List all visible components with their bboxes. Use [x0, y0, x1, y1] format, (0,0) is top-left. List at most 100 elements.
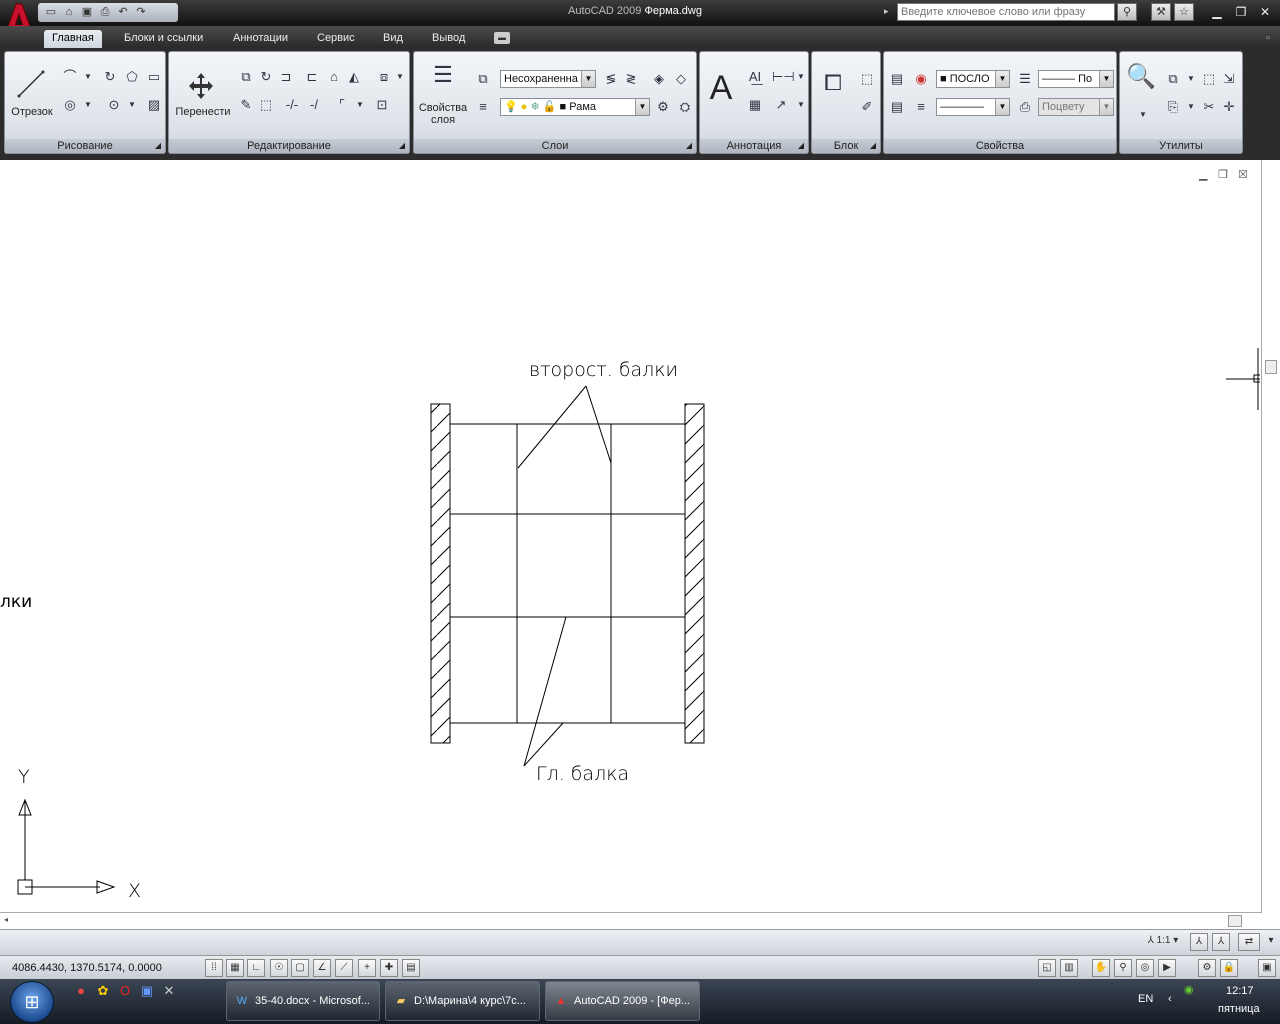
fillet-dropdown-icon[interactable]: ▼: [351, 96, 369, 114]
horizontal-scrollbar[interactable]: ◂: [0, 912, 1262, 929]
offset-icon[interactable]: ⊏: [303, 68, 321, 86]
lineweight-select[interactable]: ———— ▼: [936, 98, 1010, 116]
array-dropdown-icon[interactable]: ▼: [391, 68, 409, 86]
layer-off-icon[interactable]: ⚙: [654, 98, 672, 116]
tab-tools[interactable]: Сервис: [309, 30, 363, 48]
quick-select-icon[interactable]: ⬚: [1200, 70, 1218, 88]
expand-icon[interactable]: ◢: [798, 139, 804, 153]
expand-icon[interactable]: ◢: [686, 139, 692, 153]
tab-view[interactable]: Вид: [375, 30, 411, 48]
text-tool-icon[interactable]: A: [706, 70, 736, 106]
tray-network-icon[interactable]: ◉: [1184, 983, 1194, 996]
task-explorer[interactable]: ▰ D:\Марина\4 курс\7с...: [385, 981, 540, 1021]
list-icon[interactable]: ▤: [888, 98, 906, 116]
tab-output[interactable]: Вывод: [424, 30, 473, 48]
close-button[interactable]: ✕: [1254, 4, 1276, 20]
linetype-select[interactable]: ——— По ▼: [1038, 70, 1114, 88]
copy-clip-icon[interactable]: ⧉: [1164, 70, 1182, 88]
scale-icon[interactable]: ⬚: [257, 96, 275, 114]
layer-select[interactable]: 💡 ● ❄ 🔓 ■ Рама ▼: [500, 98, 650, 116]
quicklaunch-x-icon[interactable]: ✕: [160, 982, 178, 1000]
rotate-icon[interactable]: ↻: [257, 68, 275, 86]
cut-icon[interactable]: ✂: [1200, 98, 1218, 116]
auto-scale-icon[interactable]: ⅄: [1212, 933, 1230, 951]
layer-freeze-icon[interactable]: ⛭: [676, 98, 694, 116]
quicklaunch-app1-icon[interactable]: ●: [72, 982, 90, 1000]
panel-layers-title[interactable]: Слои ◢: [414, 139, 696, 153]
tray-expand-icon[interactable]: ‹: [1168, 993, 1172, 1005]
ribbon-options-icon[interactable]: ▫: [1258, 30, 1278, 48]
leader-icon[interactable]: ↗: [772, 96, 790, 114]
polyline-icon[interactable]: ⌒: [61, 68, 79, 86]
object-snap-icon[interactable]: ▢: [291, 959, 309, 977]
layer-states-icon[interactable]: ⧉: [474, 70, 492, 88]
workspace-switch-icon[interactable]: ⇄: [1238, 933, 1260, 951]
create-block-icon[interactable]: ⬚: [858, 70, 876, 88]
task-word[interactable]: W 35-40.docx - Microsof...: [226, 981, 380, 1021]
task-autocad[interactable]: ▲ AutoCAD 2009 - [Фер...: [545, 981, 700, 1021]
communication-center-button[interactable]: ⚒: [1151, 3, 1171, 21]
panel-annotation-title[interactable]: Аннотация ◢: [700, 139, 808, 153]
tab-blocks-references[interactable]: Блоки и ссылки: [116, 30, 211, 48]
fillet-icon[interactable]: ⌜: [333, 96, 351, 114]
annotation-scale[interactable]: ⅄ 1:1 ▾: [1140, 933, 1186, 951]
dynamic-ucs-icon[interactable]: ⟋: [335, 959, 353, 977]
dimension-icon[interactable]: ⊢⊣: [772, 68, 795, 86]
circle-icon[interactable]: ◎: [61, 96, 79, 114]
quick-properties-icon[interactable]: ▤: [402, 959, 420, 977]
hatch-icon[interactable]: ▨: [145, 96, 163, 114]
layer-unisolate-icon[interactable]: ◇: [672, 70, 690, 88]
layer-previous-icon[interactable]: ≷: [622, 70, 640, 88]
polyline-dropdown-icon[interactable]: ▼: [79, 68, 97, 86]
line-icon[interactable]: [15, 68, 47, 100]
expand-icon[interactable]: ◢: [399, 139, 405, 153]
rectangle-icon[interactable]: ↻: [101, 68, 119, 86]
toolbar-lock-icon[interactable]: 🔒: [1220, 959, 1238, 977]
steering-wheel-icon[interactable]: ◎: [1136, 959, 1154, 977]
mtext-icon[interactable]: A͟I: [746, 68, 764, 86]
table-icon[interactable]: ▦: [746, 96, 764, 114]
layer-state-select[interactable]: Несохраненна ▼: [500, 70, 596, 88]
layer-match-icon[interactable]: ≶: [602, 70, 620, 88]
color-select[interactable]: ■ ПОСЛО ▼: [936, 70, 1010, 88]
pan-icon[interactable]: ✋: [1092, 959, 1110, 977]
zoom-status-icon[interactable]: ⚲: [1114, 959, 1132, 977]
copy-clip-dropdown-icon[interactable]: ▼: [1182, 70, 1200, 88]
layer-stack-icon[interactable]: ≡: [474, 98, 492, 116]
search-button[interactable]: ⚲: [1117, 3, 1137, 21]
paste-dropdown-icon[interactable]: ▼: [1182, 98, 1200, 116]
panel-block-title[interactable]: Блок ◢: [812, 139, 880, 153]
scroll-left-icon[interactable]: ◂: [4, 915, 8, 924]
extend-icon[interactable]: -/: [305, 96, 323, 114]
insert-block-icon[interactable]: ⧠: [818, 72, 848, 104]
zoom-icon[interactable]: 🔍: [1126, 65, 1156, 98]
copy-icon[interactable]: ⧉: [237, 68, 255, 86]
mirror-icon[interactable]: ◭: [345, 68, 363, 86]
stretch-icon[interactable]: ⌂: [325, 68, 343, 86]
ellipse-dropdown-icon[interactable]: ▼: [123, 96, 141, 114]
expand-icon[interactable]: ◢: [870, 139, 876, 153]
start-button[interactable]: ⊞: [10, 981, 54, 1023]
polar-tracking-icon[interactable]: ☉: [270, 959, 288, 977]
panel-draw-title[interactable]: Рисование ◢: [5, 139, 165, 153]
circle-dropdown-icon[interactable]: ▼: [79, 96, 97, 114]
linetype-icon[interactable]: ≡: [912, 98, 930, 116]
minimize-button[interactable]: ▁: [1206, 4, 1228, 20]
lineweight-toggle-icon[interactable]: ✚: [380, 959, 398, 977]
quicklaunch-media-icon[interactable]: ▣: [138, 982, 156, 1000]
expand-icon[interactable]: ◢: [155, 139, 161, 153]
erase-icon[interactable]: ✎: [237, 96, 255, 114]
paste-icon[interactable]: ⎘: [1164, 98, 1182, 116]
rectangle-shape-icon[interactable]: ▭: [145, 68, 163, 86]
zoom-dropdown-icon[interactable]: ▼: [1134, 106, 1152, 124]
tab-annotate[interactable]: Аннотации: [225, 30, 296, 48]
quicklaunch-opera-icon[interactable]: O: [116, 982, 134, 1000]
trim-icon[interactable]: ⊐: [277, 68, 295, 86]
horizontal-scroll-thumb[interactable]: [1228, 915, 1242, 927]
model-space-icon[interactable]: ◱: [1038, 959, 1056, 977]
layout-icon[interactable]: ▥: [1060, 959, 1078, 977]
clock-time[interactable]: 12:17: [1226, 985, 1254, 997]
layer-isolate-icon[interactable]: ◈: [650, 70, 668, 88]
move-icon[interactable]: [185, 70, 217, 102]
dimension-dropdown-icon[interactable]: ▼: [792, 68, 810, 86]
